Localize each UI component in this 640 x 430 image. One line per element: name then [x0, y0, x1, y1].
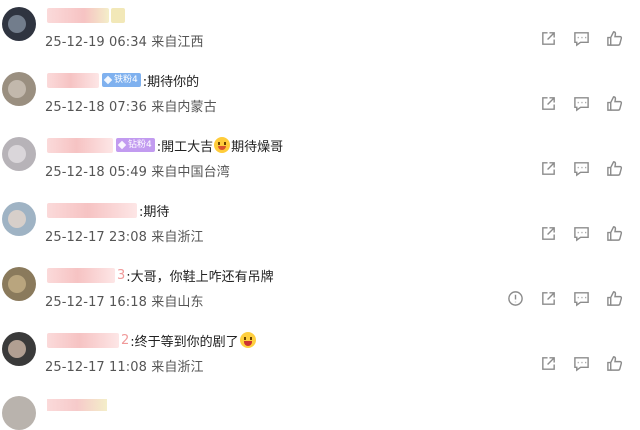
username-blurred[interactable] — [47, 137, 113, 153]
share-icon — [541, 31, 555, 45]
comment-item: :期待 25-12-17 23:08 来自浙江 — [0, 195, 640, 260]
username-blurred[interactable] — [47, 72, 99, 88]
reply-button[interactable] — [571, 93, 591, 113]
comment-item: 25-12-19 06:34 来自江西 — [0, 0, 640, 65]
report-button[interactable] — [505, 288, 525, 308]
comment-icon — [573, 31, 589, 47]
thumbs-up-icon — [606, 160, 622, 176]
share-button[interactable] — [538, 288, 558, 308]
like-button[interactable] — [604, 93, 624, 113]
reply-button[interactable] — [571, 158, 591, 178]
reply-button[interactable] — [571, 28, 591, 48]
comment-meta: 25-12-18 07:36 来自内蒙古 — [45, 100, 217, 115]
fan-badge[interactable]: 钻粉4 — [116, 138, 155, 152]
comment-actions — [538, 353, 624, 373]
username-blurred[interactable] — [47, 202, 137, 218]
fan-badge[interactable]: 铁粉4 — [102, 73, 141, 87]
share-button[interactable] — [538, 93, 558, 113]
comment-icon — [573, 96, 589, 112]
emoji-face-icon — [214, 137, 231, 153]
comment-item: 2 :终于等到你的剧了 25-12-17 11:08 来自浙江 — [0, 325, 640, 390]
comment-header: 钻粉4 :開工大吉 期待燥哥 — [47, 135, 283, 155]
share-icon — [541, 96, 555, 110]
like-button[interactable] — [604, 223, 624, 243]
thumbs-up-icon — [606, 225, 622, 241]
username-blurred[interactable] — [47, 267, 115, 283]
comment-meta: 25-12-17 11:08 来自浙江 — [45, 360, 204, 375]
reply-button[interactable] — [571, 353, 591, 373]
emoji-crying-icon — [239, 332, 256, 348]
comment-text: :大哥，你鞋上咋还有吊牌 — [126, 269, 274, 285]
diamond-icon — [103, 75, 113, 85]
comment-text-continued: 期待燥哥 — [231, 139, 284, 155]
comment-actions — [538, 93, 624, 113]
comment-text: :期待你的 — [142, 74, 200, 90]
thumbs-up-icon — [606, 355, 622, 371]
username-blurred[interactable] — [47, 332, 119, 348]
share-button[interactable] — [538, 158, 558, 178]
comment-meta: 25-12-19 06:34 来自江西 — [45, 35, 204, 50]
thumbs-up-icon — [606, 95, 622, 111]
avatar[interactable] — [2, 137, 36, 171]
comment-item: 铁粉4 :期待你的 25-12-18 07:36 来自内蒙古 — [0, 65, 640, 130]
avatar[interactable] — [2, 332, 36, 366]
avatar[interactable] — [2, 7, 36, 41]
comment-icon — [573, 161, 589, 177]
comment-actions — [505, 288, 624, 308]
username-blurred[interactable] — [47, 7, 109, 23]
share-icon — [541, 356, 555, 370]
like-button[interactable] — [604, 28, 624, 48]
share-button[interactable] — [538, 353, 558, 373]
comment-meta: 25-12-17 23:08 来自浙江 — [45, 230, 204, 245]
share-button[interactable] — [538, 28, 558, 48]
like-button[interactable] — [604, 158, 624, 178]
comment-header — [47, 5, 125, 25]
comment-actions — [538, 28, 624, 48]
avatar[interactable] — [2, 202, 36, 236]
comment-header: :期待 — [47, 200, 169, 220]
comment-header: 2 :终于等到你的剧了 — [47, 330, 257, 350]
comment-actions — [538, 223, 624, 243]
username-blurred-tail — [111, 7, 125, 23]
comment-meta: 25-12-18 05:49 来自中国台湾 — [45, 165, 230, 180]
comment-text: :终于等到你的剧了 — [130, 334, 239, 350]
comment-text: :期待 — [139, 204, 170, 220]
username-blurred[interactable] — [47, 399, 107, 411]
reply-button[interactable] — [571, 223, 591, 243]
username-tail: 3 — [117, 267, 126, 283]
comment-text: :開工大吉 — [156, 139, 214, 155]
share-icon — [541, 161, 555, 175]
reply-button[interactable] — [571, 288, 591, 308]
avatar[interactable] — [2, 267, 36, 301]
share-button[interactable] — [538, 223, 558, 243]
avatar[interactable] — [2, 396, 36, 430]
diamond-icon — [117, 140, 127, 150]
comment-item: 3 :大哥，你鞋上咋还有吊牌 25-12-17 16:18 来自山东 — [0, 260, 640, 325]
thumbs-up-icon — [606, 290, 622, 306]
comment-icon — [573, 356, 589, 372]
comment-header: 铁粉4 :期待你的 — [47, 70, 199, 90]
share-icon — [541, 291, 555, 305]
avatar[interactable] — [2, 72, 36, 106]
thumbs-up-icon — [606, 30, 622, 46]
comment-icon — [573, 226, 589, 242]
username-tail: 2 — [121, 332, 130, 348]
share-icon — [541, 226, 555, 240]
comment-icon — [573, 291, 589, 307]
comment-meta: 25-12-17 16:18 来自山东 — [45, 295, 204, 310]
like-button[interactable] — [604, 353, 624, 373]
like-button[interactable] — [604, 288, 624, 308]
comment-actions — [538, 158, 624, 178]
comment-item: 钻粉4 :開工大吉 期待燥哥 25-12-18 05:49 来自中国台湾 — [0, 130, 640, 195]
exclamation-circle-icon — [507, 290, 523, 306]
comment-header: 3 :大哥，你鞋上咋还有吊牌 — [47, 265, 274, 285]
